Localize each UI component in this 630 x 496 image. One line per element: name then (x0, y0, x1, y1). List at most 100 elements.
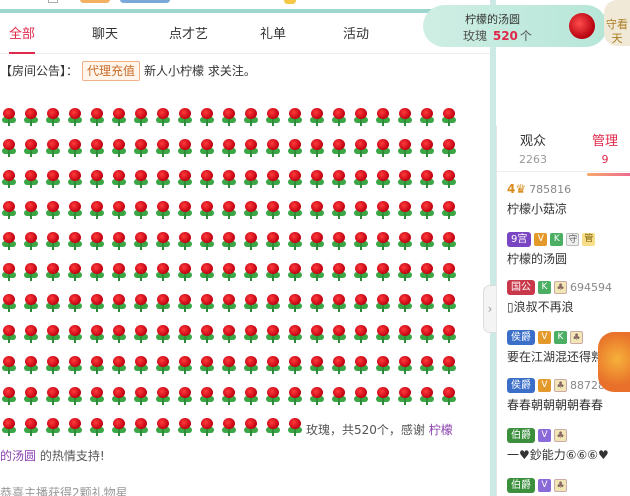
rose-icon (288, 108, 302, 126)
rose-icon (332, 139, 346, 157)
rose-icon (244, 356, 258, 374)
rose-icon (420, 108, 434, 126)
rose-icon (420, 170, 434, 188)
vip-icon: V (538, 378, 551, 392)
rose-icon (112, 139, 126, 157)
rose-icon (310, 325, 324, 343)
rose-icon (200, 139, 214, 157)
tab-gift-list[interactable]: 礼单 (260, 16, 286, 54)
tab-audience[interactable]: 观众 2263 (503, 134, 563, 168)
rose-icon (332, 108, 346, 126)
rose-icon (222, 387, 236, 405)
rose-icon (2, 232, 16, 250)
rose-icon (288, 418, 302, 436)
rose-icon (200, 387, 214, 405)
rose-icon (442, 108, 456, 126)
rose-icon (112, 356, 126, 374)
rose-icon (420, 263, 434, 281)
rose-icon (420, 325, 434, 343)
rose-icon (200, 294, 214, 312)
rose-icon (354, 387, 368, 405)
gift-thanks-line: 玫瑰，共520个，感谢 柠檬 (306, 422, 453, 438)
system-message: 恭喜主播获得2颗礼物星 (0, 486, 128, 496)
rose-icon (90, 108, 104, 126)
guard-avatar[interactable]: 守看天 (604, 0, 630, 46)
level-badge (80, 0, 110, 3)
tab-activity[interactable]: 活动 (343, 16, 369, 54)
tab-chat[interactable]: 聊天 (92, 16, 118, 54)
list-item[interactable]: 9宫 V K 守管 柠檬的汤圆 (507, 230, 630, 270)
rank-badge: 伯爵 (507, 477, 535, 493)
tab-talent[interactable]: 点才艺 (169, 16, 208, 54)
rose-icon (354, 201, 368, 219)
rose-icon (24, 201, 38, 219)
rose-icon (376, 325, 390, 343)
rose-icon (288, 294, 302, 312)
rose-icon (2, 263, 16, 281)
rose-icon (442, 294, 456, 312)
rose-icon (68, 263, 82, 281)
tab-all[interactable]: 全部 (9, 16, 36, 54)
user-name: 春春朝朝朝朝春春 (507, 398, 604, 412)
rose-icon (310, 294, 324, 312)
tab-admin-label: 管理 (591, 134, 618, 149)
list-item[interactable]: 伯爵 V ♣ (507, 476, 630, 496)
rose-icon (112, 170, 126, 188)
rose-icon (134, 325, 148, 343)
vip-icon: V (538, 478, 551, 492)
rose-icon (178, 418, 192, 436)
rank-badge: 9宫 (507, 231, 532, 247)
rose-icon (68, 232, 82, 250)
chevron-right-icon[interactable]: › (483, 285, 497, 333)
window-control[interactable] (48, 0, 58, 3)
k-icon: K (538, 280, 551, 294)
rose-icon (68, 108, 82, 126)
rose-icon (90, 325, 104, 343)
list-item[interactable]: 伯爵 V ♣ 一♥鈔能力⑥⑥⑥♥ (507, 426, 630, 466)
tab-admin[interactable]: 管理 9 (575, 134, 630, 176)
gift-thanks-line-2: 的汤圆 的热情支持! (0, 447, 105, 464)
mascot-icon[interactable] (598, 332, 630, 392)
rose-icon (442, 232, 456, 250)
list-item[interactable]: 国公 K ♣ 694594 ▯浪叔不再浪 (507, 278, 630, 318)
rose-icon (200, 263, 214, 281)
rank-badge: 伯爵 (507, 427, 535, 443)
sender-link[interactable]: 柠檬 (429, 423, 453, 437)
rose-icon (398, 356, 412, 374)
rose-icon (442, 387, 456, 405)
rose-icon (442, 170, 456, 188)
rose-icon (178, 263, 192, 281)
recharge-badge[interactable]: 代理充值 (82, 61, 141, 81)
rose-icon (288, 139, 302, 157)
rose-icon (156, 263, 170, 281)
rose-icon (222, 263, 236, 281)
sender-link-cont[interactable]: 的汤圆 (0, 449, 36, 463)
banner-sender: 柠檬的汤圆 (465, 13, 520, 26)
rose-icon (156, 325, 170, 343)
rose-icon (24, 170, 38, 188)
rose-icon (442, 356, 456, 374)
rose-icon (112, 201, 126, 219)
rose-icon (2, 139, 16, 157)
user-level: 694594 (570, 280, 612, 294)
fan-icon: ♣ (554, 478, 567, 492)
rose-icon (200, 201, 214, 219)
fan-icon: ♣ (570, 330, 583, 344)
rose-icon (68, 387, 82, 405)
rose-icon (376, 263, 390, 281)
rose-icon (46, 232, 60, 250)
rose-icon (420, 232, 434, 250)
rose-icon (266, 139, 280, 157)
rose-icon (398, 325, 412, 343)
list-item[interactable]: 4♛ 785816 柠檬小菇凉 (507, 180, 630, 220)
user-name: 柠檬小菇凉 (507, 202, 568, 216)
rose-icon (310, 201, 324, 219)
announcement-text: 新人小柠檬 求关注。 (144, 64, 256, 78)
rose-icon (398, 108, 412, 126)
rose-icon (90, 139, 104, 157)
rose-icon (244, 201, 258, 219)
rose-icon (398, 387, 412, 405)
rose-icon (354, 108, 368, 126)
rose-icon (266, 294, 280, 312)
rose-icon (178, 294, 192, 312)
